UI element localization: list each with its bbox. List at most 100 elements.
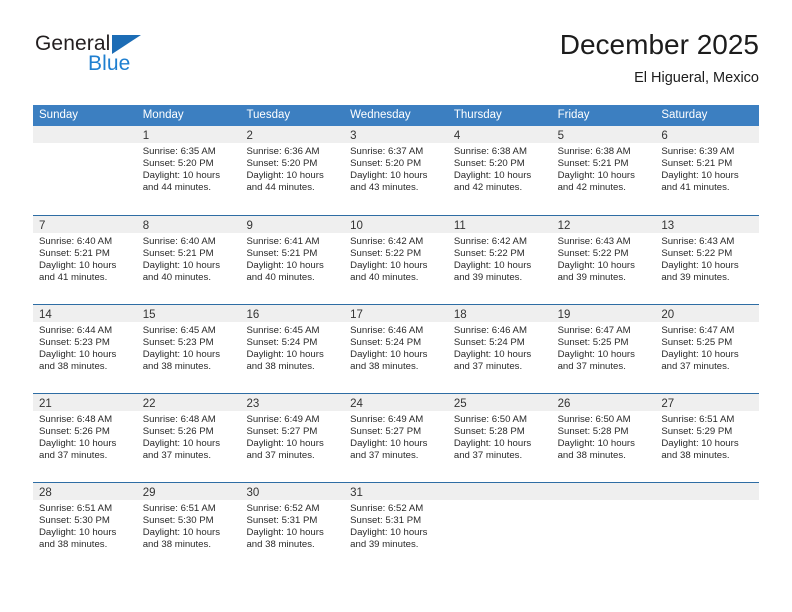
day-cell-25[interactable]: 25 Sunrise: 6:50 AM Sunset: 5:28 PM Dayligh…	[447, 394, 552, 482]
day-cell-5[interactable]: 5 Sunrise: 6:38 AM Sunset: 5:21 PM Daylight…	[551, 126, 656, 215]
logo-text-blue: Blue	[88, 52, 131, 75]
daylight-duration-line2: and 38 minutes.	[557, 450, 626, 462]
day-number: 11	[453, 220, 466, 232]
daylight-duration-line1: Daylight: 10 hours	[350, 349, 428, 361]
day-number-strip: 18	[447, 305, 552, 322]
daylight-duration-line2: and 37 minutes.	[453, 450, 523, 462]
day-cell-7[interactable]: 7 Sunrise: 6:40 AM Sunset: 5:21 PM Daylight…	[33, 216, 137, 304]
daylight-duration-line1: Daylight: 10 hours	[557, 170, 635, 182]
sunrise-time: Sunrise: 6:49 AM	[350, 414, 424, 425]
sunrise-time: Sunrise: 6:42 AM	[453, 236, 527, 247]
general-blue-logo[interactable]: General Blue	[33, 32, 233, 88]
day-sun-info: Sunrise: 6:43 AM Sunset: 5:22 PM Daylight:…	[552, 233, 656, 284]
day-cell-1[interactable]: 1 Sunrise: 6:35 AM Sunset: 5:20 PM Daylight…	[136, 126, 241, 215]
day-number-strip: 6	[655, 126, 760, 143]
day-cell-16[interactable]: 16 Sunrise: 6:45 AM Sunset: 5:24 PM Dayligh…	[240, 305, 345, 393]
daylight-duration-line1: Daylight: 10 hours	[557, 260, 635, 272]
weekday-header-thursday: Thursday	[453, 109, 502, 121]
sunset-time: Sunset: 5:28 PM	[453, 426, 525, 438]
day-number-strip	[551, 483, 656, 500]
day-cell-11[interactable]: 11 Sunrise: 6:42 AM Sunset: 5:22 PM Dayligh…	[447, 216, 552, 304]
day-cell-28[interactable]: 28 Sunrise: 6:51 AM Sunset: 5:30 PM Dayligh…	[33, 483, 137, 571]
daylight-duration-line2: and 38 minutes.	[39, 539, 108, 551]
day-cell-24[interactable]: 24 Sunrise: 6:49 AM Sunset: 5:27 PM Dayligh…	[344, 394, 448, 482]
day-sun-info: Sunrise: 6:51 AM Sunset: 5:30 PM Daylight:…	[33, 500, 137, 551]
day-number: 26	[557, 398, 571, 410]
day-number: 13	[661, 220, 675, 232]
calendar-page: General Blue December 2025 El Higueral, …	[0, 0, 792, 612]
day-number: 23	[246, 398, 260, 410]
day-number-strip: 10	[344, 216, 448, 233]
day-cell-13[interactable]: 13 Sunrise: 6:43 AM Sunset: 5:22 PM Dayligh…	[655, 216, 760, 304]
daylight-duration-line1: Daylight: 10 hours	[557, 438, 635, 450]
day-cell-29[interactable]: 29 Sunrise: 6:51 AM Sunset: 5:30 PM Dayligh…	[136, 483, 241, 571]
daylight-duration-line2: and 41 minutes.	[661, 182, 730, 194]
day-sun-info: Sunrise: 6:38 AM Sunset: 5:20 PM Daylight:…	[448, 143, 552, 194]
sunrise-time: Sunrise: 6:46 AM	[350, 325, 424, 336]
day-cell-6[interactable]: 6 Sunrise: 6:39 AM Sunset: 5:21 PM Daylight…	[655, 126, 760, 215]
daylight-duration-line1: Daylight: 10 hours	[557, 349, 635, 361]
day-cell-empty	[655, 483, 760, 571]
calendar-week-row: 14 Sunrise: 6:44 AM Sunset: 5:23 PM Dayligh…	[33, 304, 760, 393]
daylight-duration-line2: and 37 minutes.	[453, 361, 523, 373]
day-sun-info: Sunrise: 6:45 AM Sunset: 5:23 PM Daylight:…	[137, 322, 241, 373]
daylight-duration-line2: and 39 minutes.	[453, 272, 523, 284]
daylight-duration-line2: and 37 minutes.	[350, 450, 419, 462]
day-sun-info: Sunrise: 6:43 AM Sunset: 5:22 PM Daylight:…	[655, 233, 759, 284]
day-cell-20[interactable]: 20 Sunrise: 6:47 AM Sunset: 5:25 PM Dayligh…	[655, 305, 760, 393]
sunset-time: Sunset: 5:31 PM	[350, 515, 422, 527]
day-cell-30[interactable]: 30 Sunrise: 6:52 AM Sunset: 5:31 PM Dayligh…	[240, 483, 345, 571]
day-number-strip: 7	[33, 216, 137, 233]
sunset-time: Sunset: 5:24 PM	[453, 337, 525, 349]
daylight-duration-line2: and 40 minutes.	[246, 272, 315, 284]
day-cell-9[interactable]: 9 Sunrise: 6:41 AM Sunset: 5:21 PM Daylight…	[240, 216, 345, 304]
day-sun-info: Sunrise: 6:42 AM Sunset: 5:22 PM Daylight:…	[344, 233, 448, 284]
day-cell-14[interactable]: 14 Sunrise: 6:44 AM Sunset: 5:23 PM Dayligh…	[33, 305, 137, 393]
day-number: 17	[350, 309, 363, 321]
sunset-time: Sunset: 5:28 PM	[557, 426, 629, 438]
daylight-duration-line2: and 37 minutes.	[557, 361, 626, 373]
day-number-strip: 9	[240, 216, 345, 233]
day-sun-info: Sunrise: 6:38 AM Sunset: 5:21 PM Daylight:…	[552, 143, 656, 194]
day-cell-22[interactable]: 22 Sunrise: 6:48 AM Sunset: 5:26 PM Dayligh…	[136, 394, 241, 482]
daylight-duration-line2: and 42 minutes.	[453, 182, 523, 194]
day-cell-17[interactable]: 17 Sunrise: 6:46 AM Sunset: 5:24 PM Dayligh…	[344, 305, 448, 393]
daylight-duration-line1: Daylight: 10 hours	[39, 260, 117, 272]
daylight-duration-line1: Daylight: 10 hours	[350, 438, 428, 450]
day-cell-27[interactable]: 27 Sunrise: 6:51 AM Sunset: 5:29 PM Dayligh…	[655, 394, 760, 482]
daylight-duration-line1: Daylight: 10 hours	[453, 349, 532, 361]
day-cell-18[interactable]: 18 Sunrise: 6:46 AM Sunset: 5:24 PM Dayligh…	[447, 305, 552, 393]
calendar-grid: Sunday Monday Tuesday Wednesday Thursday Frid…	[33, 105, 760, 571]
sunrise-time: Sunrise: 6:42 AM	[350, 236, 424, 247]
day-cell-21[interactable]: 21 Sunrise: 6:48 AM Sunset: 5:26 PM Dayligh…	[33, 394, 137, 482]
day-cell-12[interactable]: 12 Sunrise: 6:43 AM Sunset: 5:22 PM Dayligh…	[551, 216, 656, 304]
sunrise-time: Sunrise: 6:50 AM	[453, 414, 527, 425]
sunrise-time: Sunrise: 6:52 AM	[350, 503, 424, 514]
day-number: 3	[350, 130, 357, 142]
day-cell-10[interactable]: 10 Sunrise: 6:42 AM Sunset: 5:22 PM Dayligh…	[344, 216, 448, 304]
day-cell-19[interactable]: 19 Sunrise: 6:47 AM Sunset: 5:25 PM Dayligh…	[551, 305, 656, 393]
day-number: 28	[39, 487, 52, 499]
day-cell-26[interactable]: 26 Sunrise: 6:50 AM Sunset: 5:28 PM Dayligh…	[551, 394, 656, 482]
day-number: 1	[142, 130, 150, 142]
day-cell-4[interactable]: 4 Sunrise: 6:38 AM Sunset: 5:20 PM Daylight…	[447, 126, 552, 215]
day-cell-31[interactable]: 31 Sunrise: 6:52 AM Sunset: 5:31 PM Dayligh…	[344, 483, 448, 571]
day-cell-23[interactable]: 23 Sunrise: 6:49 AM Sunset: 5:27 PM Dayligh…	[240, 394, 345, 482]
sunrise-time: Sunrise: 6:39 AM	[661, 146, 735, 157]
day-cell-3[interactable]: 3 Sunrise: 6:37 AM Sunset: 5:20 PM Daylight…	[344, 126, 448, 215]
day-cell-8[interactable]: 8 Sunrise: 6:40 AM Sunset: 5:21 PM Daylight…	[136, 216, 241, 304]
day-number-strip: 19	[551, 305, 656, 322]
day-cell-15[interactable]: 15 Sunrise: 6:45 AM Sunset: 5:23 PM Dayligh…	[136, 305, 241, 393]
sunrise-time: Sunrise: 6:52 AM	[246, 503, 320, 514]
daylight-duration-line1: Daylight: 10 hours	[453, 260, 532, 272]
day-cell-2[interactable]: 2 Sunrise: 6:36 AM Sunset: 5:20 PM Daylight…	[240, 126, 345, 215]
page-header: General Blue December 2025 El Higueral, …	[33, 28, 759, 98]
daylight-duration-line2: and 38 minutes.	[142, 539, 211, 551]
sunset-time: Sunset: 5:21 PM	[557, 158, 629, 170]
daylight-duration-line1: Daylight: 10 hours	[142, 527, 221, 539]
day-number-strip: 4	[447, 126, 552, 143]
sunset-time: Sunset: 5:30 PM	[142, 515, 214, 527]
daylight-duration-line1: Daylight: 10 hours	[453, 438, 532, 450]
day-sun-info: Sunrise: 6:39 AM Sunset: 5:21 PM Daylight:…	[655, 143, 759, 194]
daylight-duration-line2: and 37 minutes.	[661, 361, 730, 373]
